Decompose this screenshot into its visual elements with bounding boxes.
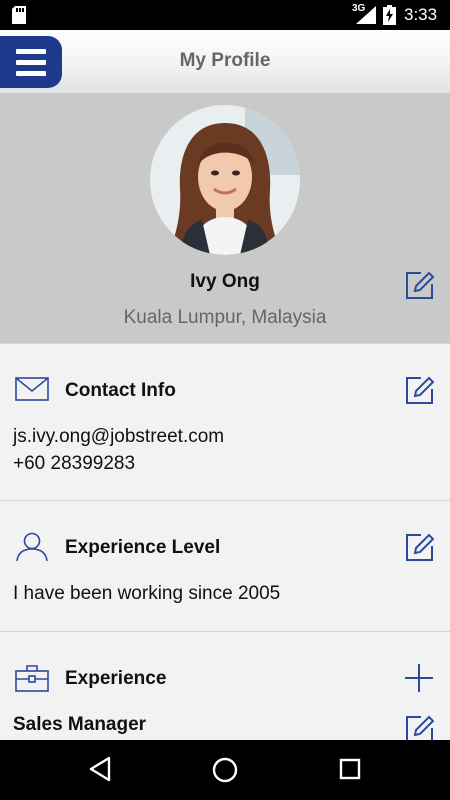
- navigation-bar: [0, 740, 450, 800]
- sd-card-icon: [12, 6, 26, 24]
- briefcase-icon: [15, 665, 49, 692]
- edit-experience-level-icon[interactable]: [405, 532, 435, 562]
- edit-profile-icon[interactable]: [405, 270, 435, 300]
- recent-apps-icon[interactable]: [339, 758, 361, 780]
- contact-email: js.ivy.ong@jobstreet.com: [13, 426, 225, 447]
- contact-info-card: Contact Info js.ivy.ong@jobstreet.com +6…: [0, 343, 450, 501]
- person-icon: [16, 532, 48, 562]
- profile-location: Kuala Lumpur, Malaysia: [123, 307, 327, 328]
- experience-level-text: I have been working since 2005: [13, 583, 281, 604]
- experience-level-card: Experience Level I have been working sin…: [0, 500, 450, 632]
- experience-title: Experience: [65, 668, 167, 689]
- status-bar: 3G 3:33: [0, 0, 450, 30]
- envelope-icon: [15, 377, 49, 401]
- experience-item-title: Sales Manager: [13, 714, 147, 735]
- add-experience-icon[interactable]: [404, 663, 434, 693]
- contact-info-title: Contact Info: [65, 380, 176, 401]
- home-icon[interactable]: [211, 756, 239, 784]
- profile-name: Ivy Ong: [190, 271, 260, 292]
- edit-contact-icon[interactable]: [405, 375, 435, 405]
- experience-level-title: Experience Level: [65, 537, 221, 558]
- status-time: 3:33: [404, 5, 438, 24]
- page-title: My Profile: [179, 50, 271, 71]
- experience-card: Experience Sales Manager: [0, 631, 450, 743]
- avatar-photo: [150, 105, 300, 255]
- app-header: My Profile: [0, 30, 450, 93]
- back-icon[interactable]: [88, 756, 112, 782]
- contact-phone: +60 28399283: [13, 453, 136, 474]
- battery-charging-icon: [383, 5, 396, 25]
- signal-icon: [356, 6, 376, 24]
- profile-header: Ivy Ong Kuala Lumpur, Malaysia: [0, 93, 450, 343]
- avatar[interactable]: [150, 105, 300, 255]
